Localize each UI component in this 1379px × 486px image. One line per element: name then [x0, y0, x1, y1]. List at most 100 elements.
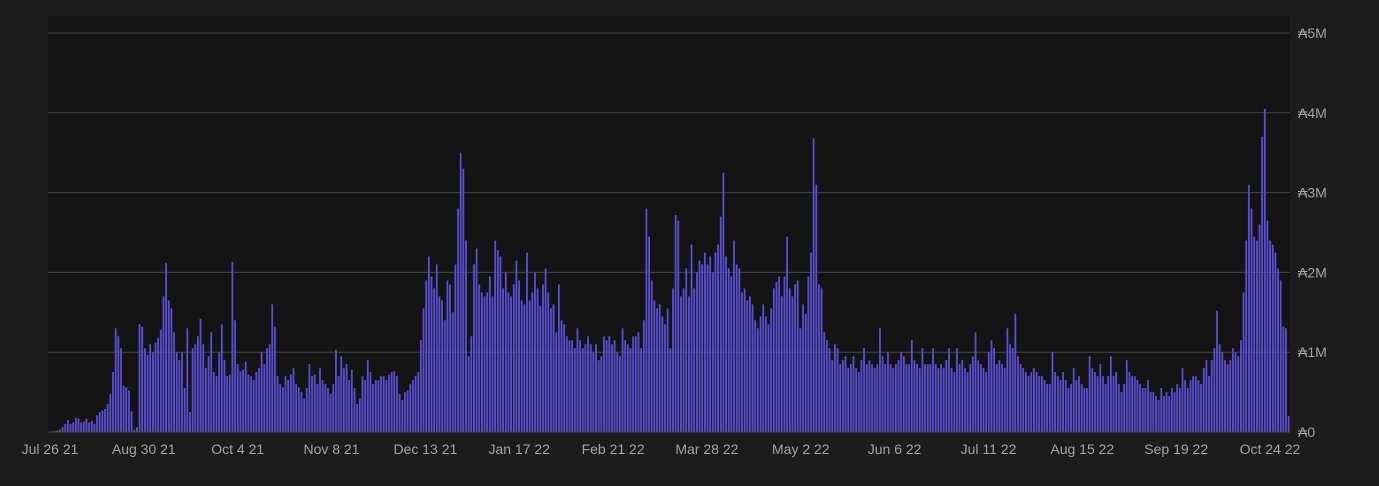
bar	[685, 268, 688, 432]
bar	[462, 168, 465, 432]
bar	[674, 214, 677, 432]
bar	[1001, 364, 1003, 432]
bar	[321, 380, 324, 432]
bar	[948, 348, 950, 432]
bar	[419, 340, 422, 432]
bar	[1197, 380, 1200, 432]
bar	[682, 288, 685, 432]
bar	[223, 360, 226, 432]
bar	[274, 326, 276, 432]
bar	[879, 328, 881, 432]
bar	[706, 264, 709, 432]
bar	[669, 348, 672, 432]
bar	[783, 276, 786, 432]
bar	[191, 348, 194, 432]
bar	[98, 412, 101, 432]
x-tick-label: Mar 28 22	[675, 441, 738, 457]
bar	[173, 332, 175, 432]
bar	[579, 340, 581, 432]
bar	[128, 390, 130, 432]
bar	[279, 384, 282, 432]
bar	[863, 348, 865, 432]
bar	[319, 368, 321, 432]
bar	[130, 411, 133, 432]
bar	[1216, 310, 1218, 432]
bar	[810, 252, 812, 432]
bar	[924, 364, 926, 432]
bar	[1038, 376, 1041, 432]
x-tick-label: Jul 11 22	[961, 441, 1017, 457]
bar	[104, 408, 106, 432]
bar	[571, 340, 574, 432]
bar	[236, 364, 239, 432]
bar	[626, 344, 629, 432]
bar	[85, 418, 88, 432]
bar	[658, 304, 661, 432]
bar	[1226, 364, 1229, 432]
bar	[1178, 388, 1181, 432]
bar	[518, 280, 520, 432]
bar	[581, 348, 584, 432]
bar	[1279, 280, 1282, 432]
bar	[67, 420, 69, 432]
bar	[1168, 396, 1171, 432]
bar	[902, 356, 905, 432]
bar	[977, 360, 980, 432]
bar	[90, 420, 93, 432]
x-tick-label: Jan 17 22	[488, 441, 550, 457]
bar	[1027, 376, 1030, 432]
x-tick-label: May 2 22	[772, 441, 830, 457]
bar	[329, 393, 332, 432]
bar	[993, 348, 995, 432]
bar	[504, 272, 507, 432]
bar	[194, 344, 197, 432]
bar	[624, 340, 627, 432]
bar	[393, 371, 396, 432]
bar	[1184, 380, 1187, 432]
bar	[112, 372, 114, 432]
bar	[544, 268, 547, 432]
bar	[271, 304, 274, 432]
bar	[1202, 368, 1205, 432]
bar	[1218, 344, 1221, 432]
bar	[80, 422, 83, 432]
bar	[205, 368, 207, 432]
bar	[162, 296, 165, 432]
bar	[1285, 328, 1287, 432]
bar	[640, 348, 643, 432]
bar	[239, 371, 242, 432]
bar	[1107, 376, 1110, 432]
bar	[64, 424, 67, 432]
bar	[515, 260, 518, 432]
bar	[1115, 372, 1118, 432]
x-axis-ticks: Jul 26 21 Aug 30 21 Oct 4 21 Nov 8 21 Dec 13…	[22, 441, 1301, 457]
bar	[258, 368, 260, 432]
bar	[165, 262, 167, 432]
bar	[61, 427, 64, 432]
bar	[406, 390, 409, 432]
bar	[1200, 384, 1202, 432]
bar	[1056, 376, 1059, 432]
bar	[1096, 376, 1099, 432]
y-tick-label: ₳3M	[1298, 185, 1327, 201]
bar	[1086, 388, 1088, 432]
bar	[645, 208, 648, 432]
bar	[1099, 364, 1102, 432]
bar	[908, 364, 911, 432]
bar	[613, 340, 616, 432]
x-tick-label: Aug 30 21	[112, 441, 176, 457]
bar	[228, 374, 231, 432]
bar	[175, 352, 178, 432]
bar	[1141, 388, 1144, 432]
bar	[340, 356, 343, 432]
bar	[565, 336, 568, 432]
bar	[1112, 376, 1115, 432]
bar	[746, 300, 749, 432]
bar	[629, 348, 632, 432]
bar	[106, 404, 109, 432]
bar	[956, 348, 958, 432]
bar	[754, 320, 757, 432]
bar	[226, 376, 229, 432]
bar	[767, 324, 770, 432]
bar	[836, 348, 839, 432]
